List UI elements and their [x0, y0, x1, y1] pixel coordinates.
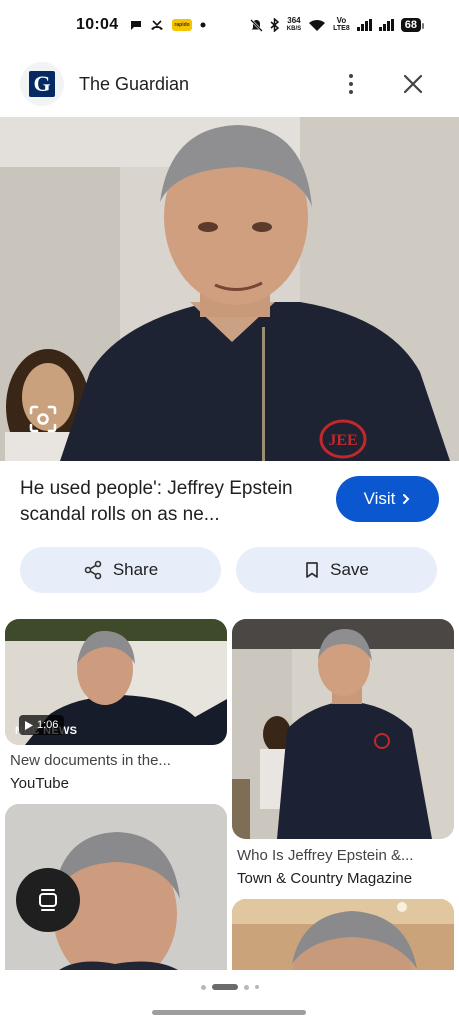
- chat-icon: [131, 21, 142, 30]
- share-label: Share: [112, 560, 159, 579]
- related-source: Town & Country Magazine: [237, 870, 413, 887]
- related-source: YouTube: [10, 775, 69, 792]
- volte-top: Vo: [336, 16, 347, 25]
- lens-icon[interactable]: [28, 404, 58, 434]
- duration: 1:06: [37, 719, 59, 731]
- source-logo[interactable]: G: [20, 62, 64, 106]
- duration-badge: 1:06: [19, 715, 65, 735]
- signal-icon: [378, 19, 394, 31]
- bluetooth-icon: [270, 18, 279, 32]
- related-title: Who Is Jeffrey Epstein &...: [237, 847, 414, 864]
- visit-label: Visit: [363, 489, 396, 508]
- sweater-monogram: JEE: [328, 432, 357, 449]
- net-speed-value: 364: [287, 16, 301, 25]
- related-thumbnail: NBC NEWS 1:06: [5, 619, 227, 745]
- close-icon[interactable]: [401, 72, 425, 96]
- screen-capture-button[interactable]: [16, 868, 80, 932]
- hero-image[interactable]: JEE: [0, 117, 459, 461]
- source-header: G The Guardian: [0, 56, 459, 112]
- bookmark-icon: [306, 562, 318, 578]
- related-card-town-country[interactable]: Who Is Jeffrey Epstein &... Town & Count…: [232, 619, 456, 894]
- more-options-button[interactable]: [337, 70, 365, 98]
- share-button[interactable]: Share: [20, 547, 221, 593]
- app-badge: rapido: [172, 19, 192, 31]
- mute-icon: [249, 18, 263, 32]
- volte-bottom: LTE8: [333, 25, 350, 32]
- volte-indicator: Vo LTE8: [333, 17, 350, 33]
- page-dot-active: [211, 984, 238, 990]
- signal-icon: [356, 19, 372, 31]
- screen-capture-icon: [39, 889, 57, 911]
- source-name[interactable]: The Guardian: [79, 74, 189, 95]
- related-thumbnail: [232, 899, 454, 970]
- battery-icon: 68: [400, 18, 425, 32]
- save-button[interactable]: Save: [236, 547, 437, 593]
- hero-photo: JEE: [0, 117, 459, 461]
- status-time: 10:04: [76, 16, 119, 33]
- result-title[interactable]: He used people': Jeffrey Epstein scandal…: [20, 476, 320, 528]
- related-card[interactable]: [232, 899, 454, 970]
- wifi-icon: [309, 19, 326, 31]
- chevron-right-icon: [403, 494, 410, 504]
- guardian-logo: G: [29, 71, 55, 97]
- status-left-icons: rapido: [130, 19, 206, 31]
- more-vert-icon: [349, 74, 353, 78]
- status-right-icons: 364 KB/S Vo LTE8 68: [249, 17, 425, 33]
- save-label: Save: [330, 560, 369, 579]
- related-thumbnail: [232, 619, 454, 839]
- share-icon: [84, 560, 102, 580]
- net-speed-unit: KB/S: [286, 26, 302, 32]
- home-indicator[interactable]: [152, 1010, 306, 1015]
- related-title: New documents in the...: [10, 752, 171, 769]
- visit-button[interactable]: Visit: [336, 476, 439, 522]
- play-icon: [25, 720, 33, 730]
- bottom-bar: [0, 970, 459, 1024]
- page-dot: [200, 984, 206, 990]
- page-dot: [254, 985, 259, 989]
- status-bar: 10:04 rapido 364 KB/S Vo LTE8 68: [0, 0, 459, 50]
- missed-call-icon: [151, 20, 164, 30]
- page-indicator: [0, 984, 459, 990]
- dot-icon: [200, 22, 206, 28]
- page-dot: [243, 984, 249, 990]
- related-card-youtube[interactable]: NBC NEWS 1:06 New documents in the... Yo…: [5, 619, 227, 799]
- net-speed: 364 KB/S: [287, 17, 301, 33]
